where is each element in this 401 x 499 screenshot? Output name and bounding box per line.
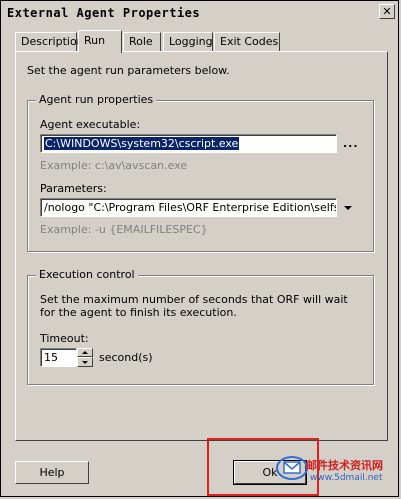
execution-control-group: Execution control Set the maximum number… — [27, 268, 374, 385]
agent-run-properties-group: Agent run properties Agent executable: C… — [27, 93, 374, 252]
agent-group-legend: Agent run properties — [36, 93, 157, 106]
help-button-label: Help — [39, 466, 65, 479]
tab-exit-codes[interactable]: Exit Codes — [214, 32, 280, 51]
intro-text: Set the agent run parameters below. — [27, 64, 230, 77]
watermark-line1: 邮件技术资讯网 — [306, 459, 383, 472]
watermark-line2: www.5dmail.net — [310, 473, 383, 483]
spin-down-button[interactable] — [77, 357, 93, 367]
watermark: 邮件技术资讯网 www.5dmail.net — [276, 451, 401, 491]
tab-description[interactable]: Description — [15, 32, 84, 51]
help-button[interactable]: Help — [15, 461, 89, 484]
execution-description: Set the maximum number of seconds that O… — [40, 293, 348, 319]
close-button[interactable]: ✕ — [379, 4, 395, 19]
executable-example: Example: c:\av\avscan.exe — [40, 159, 188, 172]
parameters-input[interactable]: /nologo "C:\Program Files\ORF Enterprise… — [40, 198, 337, 217]
executable-value: C:\WINDOWS\system32\cscript.exe — [44, 137, 240, 150]
envelope-logo-icon — [276, 456, 308, 480]
tab-logging[interactable]: Logging — [163, 32, 213, 51]
arrow-up-icon — [82, 351, 88, 354]
run-tab-panel: Set the agent run parameters below. Agen… — [15, 51, 388, 441]
window-title: External Agent Properties — [7, 5, 201, 20]
dropdown-arrow-icon[interactable] — [344, 206, 352, 210]
timeout-label: Timeout: — [40, 332, 89, 345]
arrow-down-icon — [82, 360, 88, 364]
execution-group-legend: Execution control — [36, 268, 138, 281]
timeout-spinner[interactable] — [77, 348, 93, 367]
parameters-label: Parameters: — [40, 182, 107, 195]
dialog-window: External Agent Properties ✕ Description … — [0, 0, 399, 497]
executable-label: Agent executable: — [40, 118, 141, 131]
tab-role[interactable]: Role — [123, 32, 161, 51]
title-bar: External Agent Properties ✕ — [3, 3, 398, 22]
browse-button[interactable]: ... — [343, 137, 359, 150]
timeout-unit: second(s) — [99, 351, 153, 364]
tab-run[interactable]: Run — [78, 30, 122, 53]
timeout-input[interactable]: 15 — [40, 348, 77, 367]
parameters-example: Example: -u {EMAILFILESPEC} — [40, 223, 208, 236]
close-icon: ✕ — [382, 5, 392, 18]
spin-up-button[interactable] — [77, 348, 93, 357]
executable-input[interactable]: C:\WINDOWS\system32\cscript.exe — [40, 134, 337, 153]
